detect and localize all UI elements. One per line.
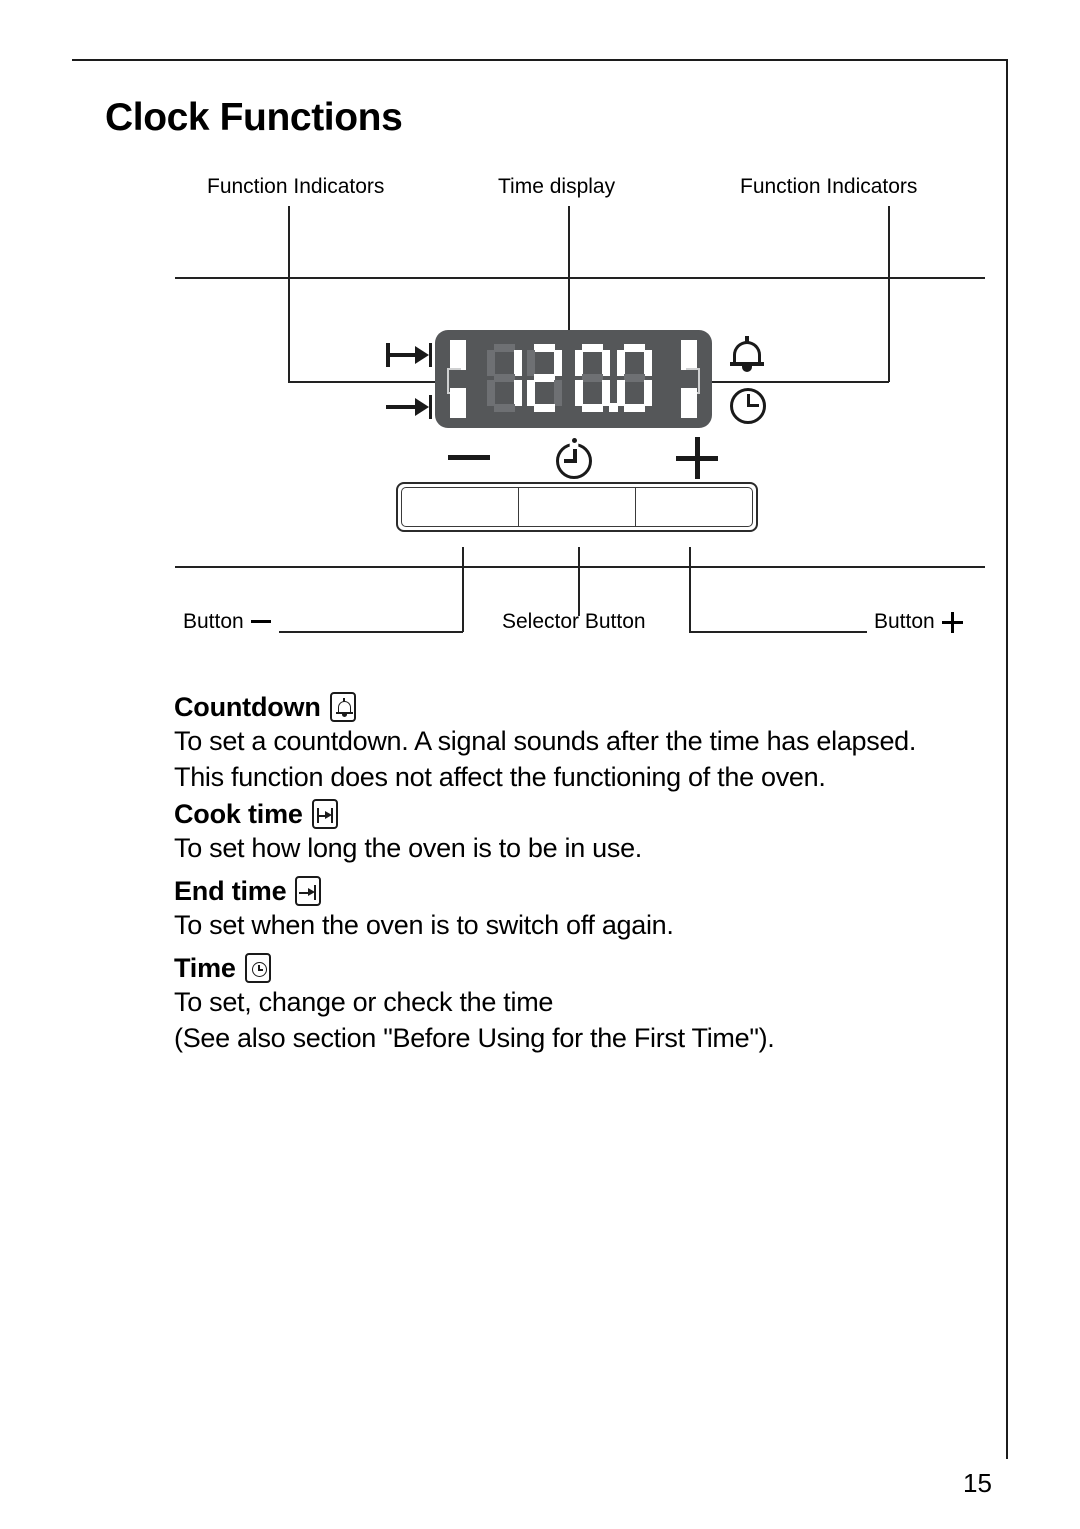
digit-1 — [487, 344, 522, 412]
display-right-bracket-indicator — [678, 340, 700, 418]
section-cook-time-heading: Cook time — [174, 799, 642, 829]
bell-icon — [329, 692, 356, 722]
leader-line-time-display-stub — [568, 206, 570, 278]
section-end-time-heading-text: End time — [174, 875, 287, 906]
plus-button[interactable] — [636, 487, 753, 527]
plus-icon — [676, 437, 718, 479]
cook-time-icon — [386, 340, 432, 370]
page-number: 15 — [963, 1468, 992, 1498]
right-bracket-bottom-bar — [681, 388, 697, 418]
decimal-point — [609, 403, 618, 412]
digit-3 — [575, 344, 610, 412]
section-countdown-line-1: To set a countdown. A signal sounds afte… — [174, 726, 917, 756]
button-bar — [396, 482, 758, 532]
display-left-bracket-indicator — [447, 340, 469, 418]
end-time-icon — [295, 876, 322, 906]
section-cook-time-line-1: To set how long the oven is to be in use… — [174, 833, 643, 863]
diagram-lower-rule — [175, 566, 985, 568]
page-frame-right-rule — [1006, 59, 1008, 1459]
section-time-heading: Time — [174, 953, 775, 983]
leader-line-left-vertical — [288, 277, 290, 382]
left-bracket-top-bar — [450, 340, 466, 370]
section-time-heading-text: Time — [174, 952, 236, 983]
section-end-time: End time To set when the oven is to swit… — [174, 876, 674, 942]
minus-button[interactable] — [401, 487, 518, 527]
section-end-time-line-1: To set when the oven is to switch off ag… — [174, 910, 674, 940]
callout-label-button-minus: Button — [183, 610, 271, 634]
section-cook-time-heading-text: Cook time — [174, 798, 303, 829]
leader-line-plus-button-vertical — [689, 547, 691, 632]
leader-line-minus-button-horizontal — [279, 631, 463, 633]
leader-line-function-indicators-right-stub — [888, 206, 890, 278]
end-time-icon — [386, 392, 432, 422]
bell-icon — [730, 336, 764, 372]
section-end-time-heading: End time — [174, 876, 674, 906]
minus-icon — [250, 619, 271, 623]
right-bracket-top-bar — [681, 340, 697, 370]
clock-icon — [244, 953, 271, 983]
callout-label-selector-button: Selector Button — [502, 610, 646, 634]
selector-clock-icon — [556, 438, 596, 479]
section-cook-time: Cook time To set how long the oven is to… — [174, 799, 642, 865]
digit-4 — [617, 344, 652, 412]
leader-line-right-vertical — [888, 277, 890, 382]
callout-label-time-display: Time display — [498, 175, 616, 198]
callout-label-button-plus: Button — [874, 610, 963, 634]
leader-line-plus-button-horizontal — [689, 631, 867, 633]
left-bracket-bottom-bar — [450, 388, 466, 418]
section-countdown: Countdown To set a countdown. A signal s… — [174, 692, 916, 794]
diagram-upper-rule — [175, 277, 985, 279]
leader-line-selector-button-vertical — [578, 547, 580, 616]
seven-segment-digits — [487, 344, 662, 414]
selector-button[interactable] — [518, 487, 636, 527]
plus-icon — [941, 611, 963, 633]
section-time: Time To set, change or check the time (S… — [174, 953, 775, 1055]
section-countdown-heading: Countdown — [174, 692, 916, 722]
digit-2 — [527, 344, 562, 412]
leader-line-minus-button-vertical — [462, 547, 464, 632]
page-title: Clock Functions — [105, 96, 403, 139]
callout-label-function-indicators-left: Function Indicators — [207, 175, 385, 198]
callout-label-button-plus-text: Button — [874, 610, 935, 633]
section-time-line-2: (See also section "Before Using for the … — [174, 1022, 775, 1053]
callout-label-function-indicators-right: Function Indicators — [740, 175, 918, 198]
leader-line-function-indicators-left-stub — [288, 206, 290, 278]
page-frame-top-rule — [72, 59, 1008, 61]
section-countdown-line-2: This function does not affect the functi… — [174, 761, 826, 792]
callout-label-button-minus-text: Button — [183, 610, 244, 633]
cook-time-icon — [311, 799, 338, 829]
section-time-line-1: To set, change or check the time — [174, 987, 554, 1017]
document-page: Clock Functions Function Indicators Time… — [0, 0, 1080, 1529]
section-countdown-heading-text: Countdown — [174, 691, 321, 722]
led-time-display — [435, 330, 712, 428]
clock-icon — [730, 388, 766, 424]
minus-icon — [448, 455, 490, 460]
callout-label-selector-button-text: Selector Button — [502, 610, 646, 633]
leader-line-right-horizontal — [712, 381, 889, 383]
